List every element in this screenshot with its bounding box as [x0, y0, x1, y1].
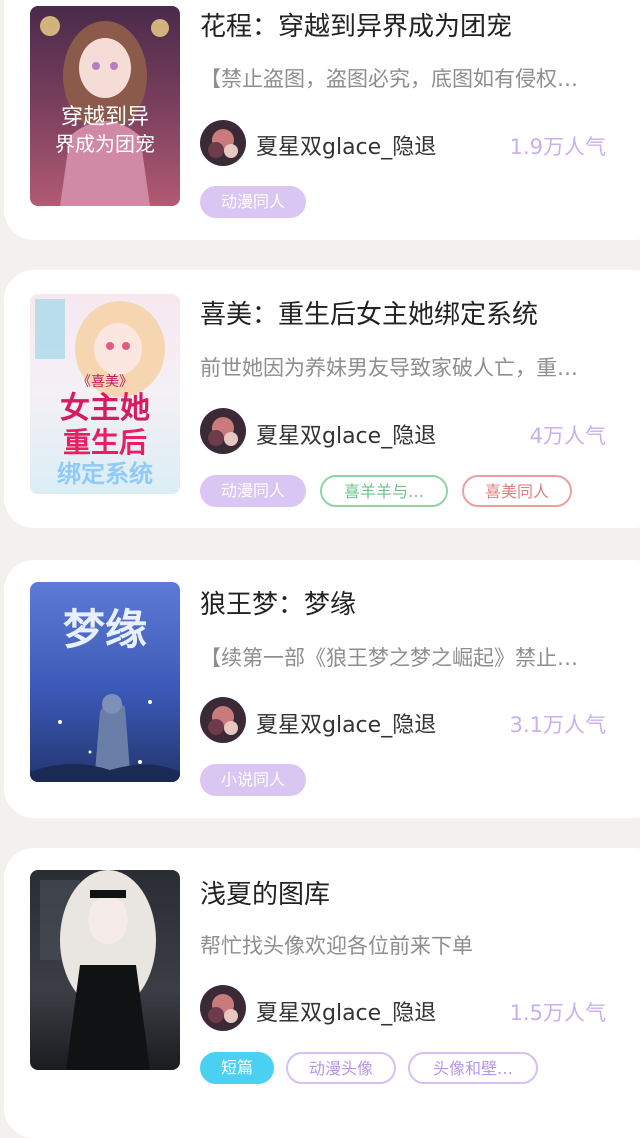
cover-title: 梦缘	[63, 605, 147, 654]
author-name[interactable]: 夏星双glace_隐退	[256, 129, 436, 161]
cover-art-1: 穿越到异 界成为团宠	[30, 6, 180, 206]
popularity-count: 3.1万人气	[509, 713, 606, 737]
book-title[interactable]: 浅夏的图库	[200, 874, 330, 911]
popularity-count: 1.5万人气	[509, 1001, 606, 1025]
cover-title-line2: 界成为团宠	[55, 132, 155, 156]
tag-category[interactable]: 动漫同人	[200, 186, 306, 218]
cover-title-line1: 女主她	[60, 391, 150, 426]
avatar[interactable]	[200, 697, 246, 743]
book-title[interactable]: 喜美：重生后女主她绑定系统	[200, 294, 538, 331]
cover-title-line3: 绑定系统	[57, 459, 153, 488]
book-title[interactable]: 花程：穿越到异界成为团宠	[200, 6, 512, 43]
book-cover-4[interactable]	[30, 870, 180, 1070]
cover-art-3: 梦缘	[30, 582, 180, 782]
book-cover-3[interactable]: 梦缘	[30, 582, 180, 782]
book-card-3[interactable]: 梦缘 狼王梦：梦缘 【续第一部《狼王梦之梦之崛起》禁止… 夏星双glace_隐退…	[4, 560, 640, 818]
tag-length[interactable]: 短篇	[200, 1052, 274, 1084]
book-description: 【续第一部《狼王梦之梦之崛起》禁止…	[200, 646, 578, 670]
cover-art-2: 《喜美》 女主她 重生后 绑定系统	[30, 294, 180, 494]
tag-category[interactable]: 小说同人	[200, 764, 306, 796]
author-name[interactable]: 夏星双glace_隐退	[256, 707, 436, 739]
cover-art-4	[30, 870, 180, 1070]
author-name[interactable]: 夏星双glace_隐退	[256, 418, 436, 450]
tag-category[interactable]: 头像和壁…	[408, 1052, 538, 1084]
cover-title-line1: 穿越到异	[61, 105, 149, 130]
popularity-count: 4万人气	[529, 424, 606, 448]
book-card-1[interactable]: 穿越到异 界成为团宠 花程：穿越到异界成为团宠 【禁止盗图，盗图必究，底图如有侵…	[4, 0, 640, 240]
author-name[interactable]: 夏星双glace_隐退	[256, 995, 436, 1027]
book-card-4[interactable]: 浅夏的图库 帮忙找头像欢迎各位前来下单 夏星双glace_隐退 1.5万人气 短…	[4, 848, 640, 1138]
tag-category[interactable]: 动漫头像	[286, 1052, 396, 1084]
book-description: 帮忙找头像欢迎各位前来下单	[200, 934, 473, 958]
tag-fandom[interactable]: 喜美同人	[462, 475, 572, 507]
cover-subtitle: 《喜美》	[77, 374, 133, 390]
cover-title-line2: 重生后	[63, 426, 147, 459]
popularity-count: 1.9万人气	[509, 135, 606, 159]
avatar[interactable]	[200, 120, 246, 166]
avatar[interactable]	[200, 408, 246, 454]
tag-category[interactable]: 动漫同人	[200, 475, 306, 507]
book-description: 【禁止盗图，盗图必究，底图如有侵权…	[200, 67, 578, 91]
avatar[interactable]	[200, 985, 246, 1031]
book-cover-2[interactable]: 《喜美》 女主她 重生后 绑定系统	[30, 294, 180, 494]
book-description: 前世她因为养妹男友导致家破人亡，重…	[200, 356, 578, 380]
book-cover-1[interactable]: 穿越到异 界成为团宠	[30, 6, 180, 206]
book-title[interactable]: 狼王梦：梦缘	[200, 584, 356, 621]
tag-fandom[interactable]: 喜羊羊与…	[320, 475, 448, 507]
book-card-2[interactable]: 《喜美》 女主她 重生后 绑定系统 喜美：重生后女主她绑定系统 前世她因为养妹男…	[4, 270, 640, 528]
